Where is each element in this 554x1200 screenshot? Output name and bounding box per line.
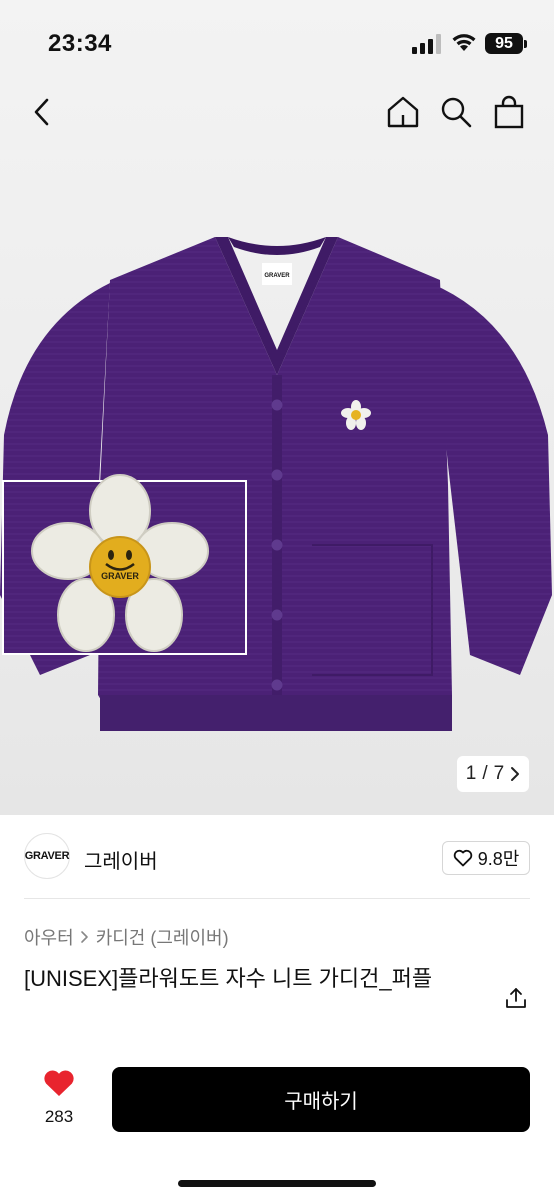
gallery-pager[interactable]: 1 / 7: [457, 756, 529, 792]
garment-label-text: GRAVER: [264, 273, 290, 279]
shopping-bag-icon: [494, 95, 524, 129]
pager-current: 1: [465, 763, 477, 784]
heart-filled-icon: [44, 1070, 74, 1096]
heart-outline-icon: [453, 849, 472, 867]
brand-like-count: 9.8만: [477, 849, 520, 869]
patch-label-text: GRAVER: [101, 571, 139, 581]
home-indicator: [178, 1180, 376, 1187]
brand-like-button[interactable]: 9.8만: [442, 841, 530, 875]
breadcrumb: 아우터 카디건 (그레이버): [24, 924, 229, 950]
pager-separator: /: [482, 763, 488, 784]
back-chevron-icon: [34, 98, 49, 126]
chevron-right-icon: [80, 931, 88, 943]
breadcrumb-item-outer[interactable]: 아우터: [24, 924, 74, 950]
product-image-gallery[interactable]: 23:34 95 GRAVER GRAVER 1 / 7: [0, 0, 554, 815]
product-photo: GRAVER GRAVER: [0, 237, 552, 731]
battery-tip: [524, 40, 527, 48]
product-title: [UNISEX]플라워도트 자수 니트 가디건_퍼플: [24, 966, 433, 991]
share-icon: [506, 988, 526, 1008]
brand-row: GRAVER 그레이버 9.8만: [0, 829, 554, 887]
status-bar: 23:34 95: [0, 0, 554, 88]
product-like-count: 283: [44, 1107, 74, 1126]
brand-logo-text: GRAVER: [24, 850, 70, 862]
wifi-icon: [452, 34, 476, 51]
divider: [24, 898, 530, 899]
home-button[interactable]: [383, 92, 423, 132]
battery-icon: 95: [485, 33, 523, 54]
breadcrumb-item-cardigan[interactable]: 카디건 (그레이버): [96, 924, 229, 950]
back-button[interactable]: [22, 92, 62, 132]
search-icon: [441, 97, 472, 128]
home-icon: [387, 96, 419, 128]
status-time: 23:34: [48, 30, 112, 57]
cellular-signal-icon: [412, 34, 441, 54]
cart-button[interactable]: [489, 92, 529, 132]
product-like-button[interactable]: 283: [34, 1068, 84, 1128]
pager-total: 7: [493, 763, 505, 784]
brand-name[interactable]: 그레이버: [84, 845, 158, 874]
brand-logo[interactable]: GRAVER: [24, 833, 70, 879]
buy-button[interactable]: 구매하기: [112, 1067, 530, 1132]
chevron-right-icon: [511, 767, 520, 781]
search-button[interactable]: [436, 92, 476, 132]
share-button[interactable]: [502, 984, 530, 1012]
